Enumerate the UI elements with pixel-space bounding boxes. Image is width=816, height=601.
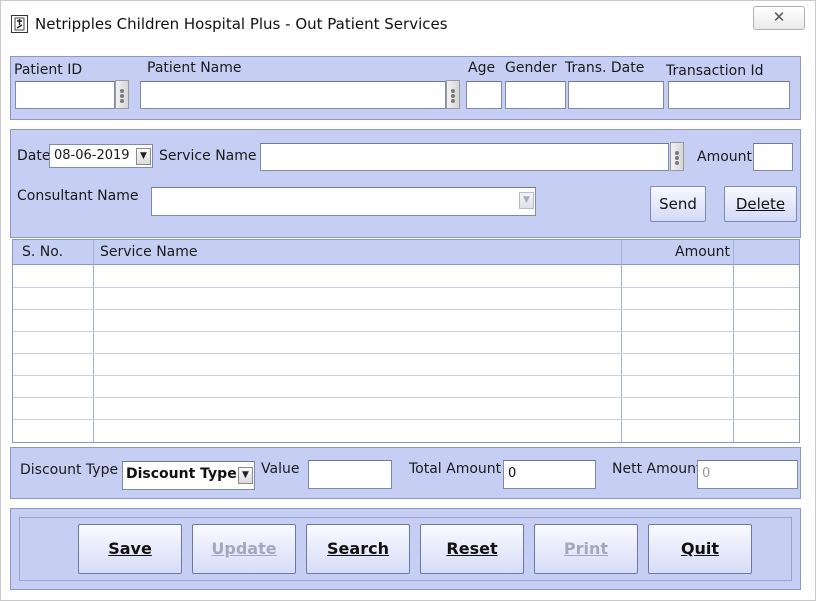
grid-row-line	[13, 353, 799, 354]
age-label: Age	[468, 60, 496, 76]
grid-header: S. No. Service Name Amount	[13, 240, 799, 265]
services-grid[interactable]: S. No. Service Name Amount	[12, 239, 800, 443]
date-picker[interactable]: 08-06-2019 ▼	[49, 144, 153, 168]
patient-name-field[interactable]	[140, 81, 446, 109]
patient-id-field[interactable]	[15, 81, 115, 109]
nett-amount-field[interactable]: 0	[697, 460, 798, 489]
delete-button-label: Delete	[735, 195, 786, 213]
discount-type-label: Discount Type	[20, 462, 119, 478]
service-name-label: Service Name	[159, 148, 257, 164]
gender-field[interactable]	[505, 81, 566, 109]
grip-dot-icon	[451, 94, 455, 98]
grip-dot-icon	[675, 151, 679, 155]
discount-type-select[interactable]: Discount Type ▼	[122, 461, 255, 490]
patient-panel: Patient ID Patient Name Age Gender Trans…	[10, 56, 801, 120]
column-header-service-name[interactable]: Service Name	[100, 244, 198, 260]
patient-id-lookup-button[interactable]	[115, 80, 129, 109]
chevron-down-icon[interactable]: ▼	[238, 467, 253, 484]
grip-dot-icon	[675, 161, 679, 165]
update-button-label: Update	[211, 539, 277, 558]
nett-amount-label: Nett Amount	[612, 461, 702, 477]
print-button[interactable]: Print	[534, 524, 638, 574]
trans-date-field[interactable]	[568, 81, 664, 109]
column-divider	[621, 240, 622, 442]
age-field[interactable]	[466, 81, 502, 109]
delete-button[interactable]: Delete	[724, 186, 797, 222]
patient-name-lookup-button[interactable]	[446, 80, 460, 109]
close-button[interactable]: ✕	[753, 6, 805, 30]
discount-value-field[interactable]	[308, 460, 392, 489]
amount-field[interactable]	[753, 143, 793, 171]
reset-button-label: Reset	[446, 539, 498, 558]
grid-row-line	[13, 287, 799, 288]
summary-panel: Discount Type Discount Type ▼ Value Tota…	[10, 447, 801, 499]
nett-amount-value: 0	[702, 466, 711, 481]
grid-row-line	[13, 375, 799, 376]
column-divider	[733, 240, 734, 442]
grip-dot-icon	[120, 99, 124, 103]
grip-dot-icon	[120, 89, 124, 93]
consultant-name-label: Consultant Name	[17, 188, 139, 204]
quit-button-label: Quit	[680, 539, 720, 558]
grip-dot-icon	[675, 156, 679, 160]
print-button-label: Print	[563, 539, 609, 558]
column-header-s-no[interactable]: S. No.	[22, 244, 63, 260]
patient-id-label: Patient ID	[14, 62, 83, 78]
date-value: 08-06-2019	[54, 148, 130, 163]
search-button[interactable]: Search	[306, 524, 410, 574]
gender-label: Gender	[505, 60, 557, 76]
total-amount-field[interactable]: 0	[503, 460, 596, 489]
send-button-label: Send	[659, 195, 697, 213]
title-bar: Netripples Children Hospital Plus - Out …	[1, 1, 815, 47]
trans-date-label: Trans. Date	[565, 60, 645, 76]
grid-row-line	[13, 331, 799, 332]
update-button[interactable]: Update	[192, 524, 296, 574]
service-name-field[interactable]	[260, 143, 669, 171]
grid-row-line	[13, 397, 799, 398]
send-button[interactable]: Send	[650, 186, 706, 222]
total-amount-value: 0	[508, 466, 517, 481]
grip-dot-icon	[451, 89, 455, 93]
amount-label: Amount	[697, 149, 753, 165]
hospital-app-icon	[11, 15, 28, 33]
transaction-id-field[interactable]	[668, 81, 790, 109]
grid-row-line	[13, 309, 799, 310]
close-icon: ✕	[772, 8, 786, 26]
value-label: Value	[261, 461, 300, 477]
chevron-down-icon[interactable]: ▼	[519, 192, 534, 209]
patient-name-label: Patient Name	[147, 60, 242, 76]
column-header-amount[interactable]: Amount	[675, 244, 730, 260]
grid-row-line	[13, 419, 799, 420]
consultant-name-select[interactable]: ▼	[151, 187, 536, 216]
service-name-lookup-button[interactable]	[670, 142, 684, 171]
grip-dot-icon	[120, 94, 124, 98]
out-patient-window: Netripples Children Hospital Plus - Out …	[0, 0, 816, 601]
column-divider	[93, 240, 94, 442]
date-label: Date	[17, 148, 51, 164]
save-button[interactable]: Save	[78, 524, 182, 574]
reset-button[interactable]: Reset	[420, 524, 524, 574]
save-button-label: Save	[108, 539, 152, 558]
grip-dot-icon	[451, 99, 455, 103]
quit-button[interactable]: Quit	[648, 524, 752, 574]
window-title: Netripples Children Hospital Plus - Out …	[35, 15, 448, 33]
transaction-id-label: Transaction Id	[666, 63, 764, 79]
discount-type-value: Discount Type	[126, 466, 237, 482]
chevron-down-icon[interactable]: ▼	[136, 148, 151, 165]
search-button-label: Search	[327, 539, 389, 558]
total-amount-label: Total Amount	[409, 461, 502, 477]
